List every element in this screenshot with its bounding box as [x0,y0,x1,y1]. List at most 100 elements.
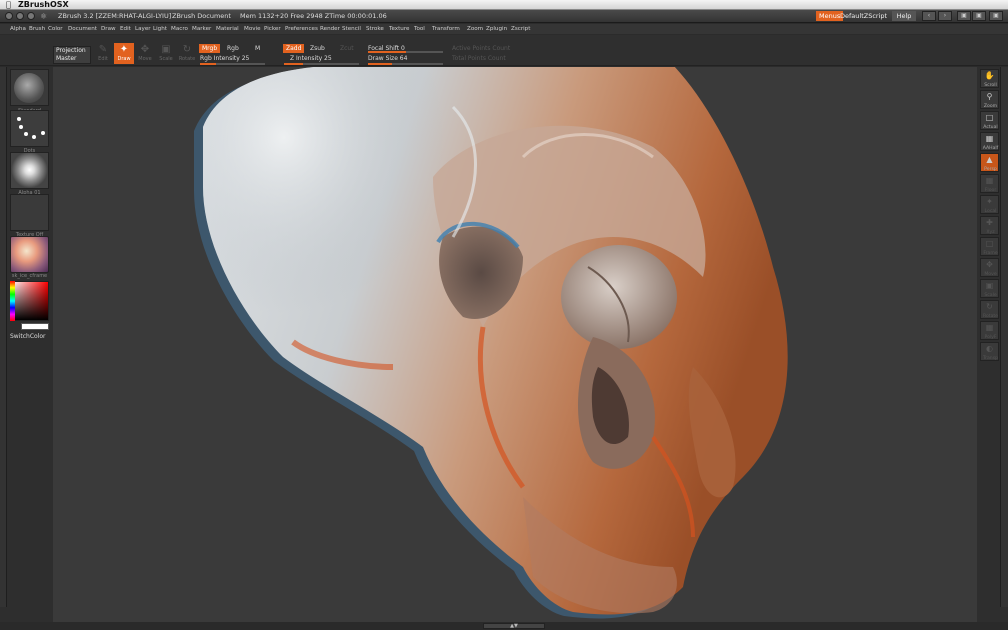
menu-picker[interactable]: Picker [264,24,281,34]
hue-slider[interactable] [10,281,15,321]
menu-zscript[interactable]: Zscript [511,24,530,34]
left-tray-edge[interactable] [0,67,7,607]
total-points-count: Total Points Count [452,55,506,62]
bottom-tray-handle-icon[interactable]: ▲▼ [483,623,545,629]
layout-next-icon[interactable]: › [938,11,952,21]
layout-3-icon[interactable]: ▣ [989,11,1003,21]
stroke-thumbnail[interactable] [10,110,49,147]
menu-light[interactable]: Light [153,24,167,34]
menu-material[interactable]: Material [216,24,239,34]
local-button[interactable]: ✦ Local [980,195,999,214]
menu-stencil[interactable]: Stencil [342,24,361,34]
rotate-tool-label: Rotate [178,56,196,62]
mrgb-button[interactable]: Mrgb [199,44,221,53]
move-view-button[interactable]: ✥ Move [980,258,999,277]
right-tray-edge[interactable] [1000,67,1008,607]
polyframe-button[interactable]: ▦ PolyF [980,321,999,340]
texture-thumbnail[interactable] [10,194,49,231]
xyz-button[interactable]: ✚ Xyz [980,216,999,235]
rotate-view-button[interactable]: ↻ Rotate [980,300,999,319]
menu-alpha[interactable]: Alpha [10,24,26,34]
stroke-dot [24,132,28,136]
brush-thumbnail[interactable] [10,69,49,106]
zsub-button[interactable]: Zsub [310,44,325,53]
alpha-thumbnail[interactable] [10,152,49,189]
aahalf-button[interactable]: ▦ AAHalf [980,132,999,151]
draw-size-fill [368,63,392,65]
move-tool-button[interactable]: ✥ Move [135,43,155,64]
projection-label: Projection [56,47,86,54]
switch-color-button[interactable]: SwitchColor [10,333,46,340]
menu-tool[interactable]: Tool [414,24,425,34]
aahalf-label: AAHalf [982,146,999,151]
xyz-label: Xyz [986,230,995,235]
rgb-button[interactable]: Rgb [227,44,239,53]
menu-movie[interactable]: Movie [244,24,261,34]
menu-render[interactable]: Render [320,24,340,34]
menu-zoom[interactable]: Zoom [467,24,483,34]
title-bar: ⚛ ZBrush 3.2 [ZZEM:RHAT-ALGI-LYIU] ZBrus… [0,10,1008,23]
close-window-button[interactable] [5,12,13,20]
rgb-intensity-slider[interactable] [200,63,265,65]
sculpted-head-render [194,67,788,619]
draw-tool-button[interactable]: ✦ Draw [114,43,134,64]
help-button[interactable]: Help [892,11,916,21]
menu-zplugin[interactable]: Zplugin [486,24,507,34]
zadd-button[interactable]: Zadd [283,44,305,53]
menu-stroke[interactable]: Stroke [366,24,384,34]
scale-icon: ▣ [161,44,171,55]
rotate-tool-button[interactable]: ↻ Rotate [177,43,197,64]
projection-master-button[interactable]: Projection Master [53,46,91,64]
persp-button[interactable]: ▲ Persp [980,153,999,172]
focal-shift-slider[interactable] [368,51,443,53]
secondary-color-swatch[interactable] [21,323,49,330]
active-points-count: Active Points Count [452,45,511,52]
menu-texture[interactable]: Texture [389,24,409,34]
rotate-icon: ↻ [182,44,192,55]
menu-layer[interactable]: Layer [135,24,151,34]
menu-preferences[interactable]: Preferences [285,24,318,34]
maximize-window-button[interactable] [27,12,35,20]
actual-button[interactable]: □ Actual [980,111,999,130]
scroll-button[interactable]: ✋ Scroll [980,69,999,88]
menu-edit[interactable]: Edit [120,24,131,34]
layout-2-icon[interactable]: ▣ [972,11,986,21]
aahalf-icon: ▦ [985,134,994,143]
scale-tool-button[interactable]: ▣ Scale [156,43,176,64]
z-intensity-slider[interactable] [284,63,359,65]
menu-marker[interactable]: Marker [192,24,211,34]
m-button[interactable]: M [255,44,260,53]
floor-label: Floor [984,188,997,193]
scale-view-icon: ▣ [985,281,994,290]
floor-button[interactable]: ▦ Floor [980,174,999,193]
menu-draw[interactable]: Draw [101,24,116,34]
edit-tool-button[interactable]: ✎ Edit [93,43,113,64]
menu-transform[interactable]: Transform [432,24,460,34]
transp-button[interactable]: ◐ Transp [980,342,999,361]
scale-view-button[interactable]: ▣ Scale [980,279,999,298]
layout-1-icon[interactable]: ▣ [957,11,971,21]
rgb-intensity-fill [200,63,217,65]
zcut-button[interactable]: Zcut [340,44,354,53]
document-canvas[interactable] [53,67,977,622]
material-thumbnail[interactable] [10,236,49,273]
apple-icon[interactable]:  [6,0,11,10]
menu-color[interactable]: Color [48,24,63,34]
draw-size-slider[interactable] [368,63,443,65]
document-label: ZBrush Document [172,12,231,20]
draw-tool-label: Draw [117,56,131,62]
scale-tool-label: Scale [159,56,173,62]
menu-document[interactable]: Document [68,24,97,34]
frame-button[interactable]: □ Frame [980,237,999,256]
default-zscript-button[interactable]: DefaultZScript [840,11,887,21]
minimize-window-button[interactable] [16,12,24,20]
color-picker[interactable] [10,281,49,321]
menu-brush[interactable]: Brush [29,24,45,34]
layout-prev-icon[interactable]: ‹ [922,11,936,21]
master-label: Master [56,55,77,62]
brush-sphere-icon [14,73,44,103]
menu-macro[interactable]: Macro [171,24,188,34]
frame-icon: □ [985,239,994,248]
app-name[interactable]: ZBrushOSX [18,0,69,10]
zoom-button[interactable]: ⚲ Zoom [980,90,999,109]
